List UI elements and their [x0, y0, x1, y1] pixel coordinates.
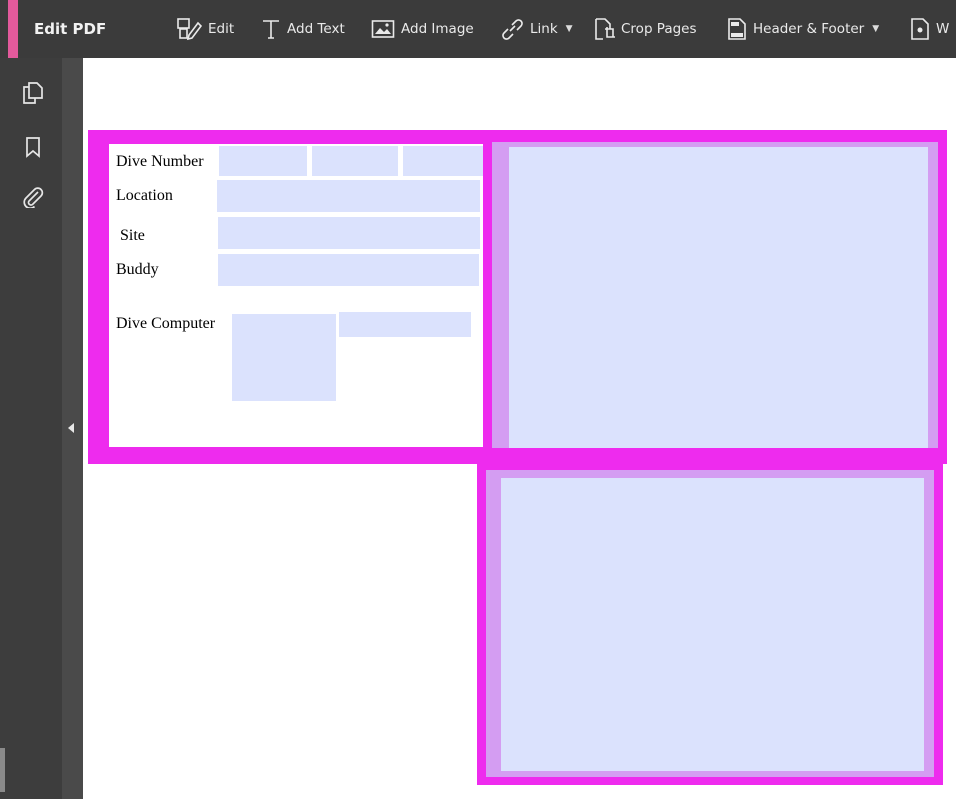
- add-image-label: Add Image: [401, 21, 474, 37]
- site-label: Site: [120, 227, 145, 244]
- bookmark-icon[interactable]: [22, 136, 44, 158]
- location-field[interactable]: [217, 180, 480, 212]
- location-label: Location: [116, 187, 173, 204]
- edit-icon: [176, 17, 202, 41]
- top-right-frame[interactable]: [483, 130, 947, 464]
- buddy-field[interactable]: [218, 254, 479, 286]
- watermark-button[interactable]: W: [910, 12, 949, 46]
- watermark-icon: [910, 17, 930, 41]
- toolbar-title: Edit PDF: [34, 20, 107, 38]
- site-field[interactable]: [218, 217, 480, 249]
- sidebar-collapse-strip[interactable]: [62, 58, 83, 799]
- edit-button[interactable]: Edit: [176, 12, 234, 46]
- chevron-down-icon: ▼: [565, 24, 573, 34]
- attachment-icon[interactable]: [22, 186, 44, 210]
- left-navigation-rail: [0, 58, 62, 799]
- header-footer-button[interactable]: Header & Footer ▼: [727, 12, 879, 46]
- crop-pages-label: Crop Pages: [621, 21, 697, 37]
- header-footer-icon: [727, 17, 747, 41]
- dive-number-field-3[interactable]: [403, 146, 483, 176]
- crop-pages-button[interactable]: Crop Pages: [593, 12, 697, 46]
- link-label: Link: [530, 21, 558, 37]
- dive-computer-name-field[interactable]: [339, 312, 471, 337]
- edit-label: Edit: [208, 21, 235, 37]
- dive-computer-label: Dive Computer: [116, 315, 216, 332]
- buddy-label: Buddy: [116, 261, 159, 278]
- bottom-right-image-field[interactable]: [501, 478, 924, 771]
- chevron-down-icon: ▼: [872, 24, 880, 34]
- add-text-icon: [261, 18, 281, 40]
- add-text-label: Add Text: [287, 21, 345, 37]
- rail-edge-marker: [0, 748, 5, 792]
- dive-number-field-2[interactable]: [312, 146, 398, 176]
- dive-log-form: Dive Number Location Site Buddy Dive Com…: [109, 144, 484, 447]
- dive-number-label: Dive Number: [116, 153, 204, 170]
- edit-pdf-toolbar: Edit PDF Edit Add Text Add Image Link ▼ …: [0, 0, 956, 58]
- add-image-icon: [371, 19, 395, 39]
- form-selection-frame[interactable]: Dive Number Location Site Buddy Dive Com…: [88, 130, 491, 464]
- add-image-button[interactable]: Add Image: [371, 12, 474, 46]
- top-right-image-field[interactable]: [509, 147, 928, 448]
- toolbar-accent-bar: [8, 0, 18, 58]
- dive-number-field-1[interactable]: [219, 146, 307, 176]
- header-footer-label: Header & Footer: [753, 21, 865, 37]
- link-button[interactable]: Link ▼: [500, 12, 573, 46]
- crop-pages-icon: [593, 17, 615, 41]
- page-thumbnails-icon[interactable]: [22, 82, 44, 104]
- collapse-arrow-icon[interactable]: [68, 423, 74, 433]
- bottom-right-frame[interactable]: [477, 462, 943, 785]
- dive-computer-image-field[interactable]: [232, 314, 336, 401]
- watermark-label: W: [936, 21, 950, 37]
- pdf-page-canvas: Dive Number Location Site Buddy Dive Com…: [83, 58, 956, 799]
- link-icon: [500, 17, 524, 41]
- add-text-button[interactable]: Add Text: [261, 12, 345, 46]
